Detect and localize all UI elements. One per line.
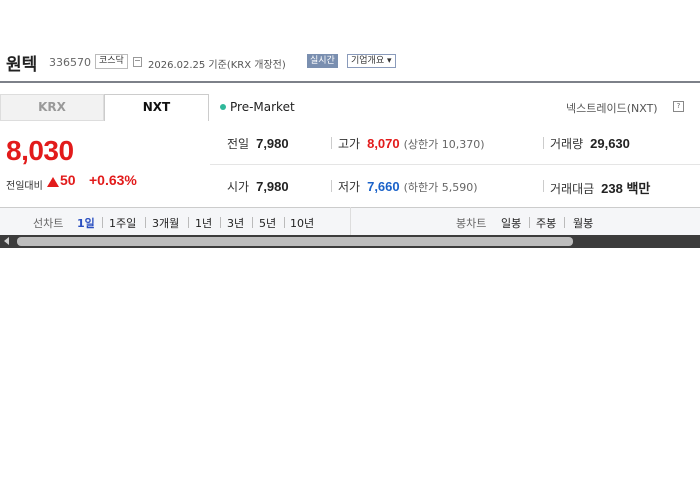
stock-name: 원텍 [6, 55, 38, 75]
prev-close: 전일 7,980 [227, 136, 289, 151]
calendar-icon [133, 57, 142, 67]
period-weekly-candle[interactable]: 주봉 [536, 215, 556, 231]
change-percent: +0.63% [89, 172, 137, 188]
trading-amount: 거래대금 238 백만 [550, 181, 651, 196]
period-1d[interactable]: 1일 [77, 215, 95, 231]
open-price: 시가 7,980 [227, 179, 289, 194]
current-price: 8,030 [6, 135, 74, 166]
help-icon[interactable]: ? [673, 101, 684, 112]
market-badge: 코스닥 [95, 54, 128, 69]
tab-krx[interactable]: KRX [0, 94, 104, 121]
scroll-left-arrow-icon[interactable] [4, 237, 9, 245]
period-monthly-candle[interactable]: 월봉 [573, 215, 593, 231]
period-1w[interactable]: 1주일 [109, 215, 136, 231]
status-dot-icon [220, 103, 226, 110]
period-daily-candle[interactable]: 일봉 [501, 215, 521, 231]
frame-top-border [0, 81, 700, 83]
period-10y[interactable]: 10년 [290, 215, 314, 231]
reference-date: 2026.02.25 기준(KRX 개장전) [148, 60, 286, 71]
day-low: 저가 7,660 (하한가 5,590) [338, 179, 478, 194]
period-3m[interactable]: 3개월 [152, 215, 179, 231]
scrollbar-thumb[interactable] [17, 237, 573, 246]
session-status: Pre-Market [220, 100, 295, 114]
period-1y[interactable]: 1년 [195, 215, 212, 231]
exchange-label: 넥스트레이드(NXT) [566, 102, 658, 115]
stock-code: 336570 [49, 56, 91, 69]
volume: 거래량 29,630 [550, 136, 630, 151]
stats-divider [210, 164, 700, 165]
change-value: 50 [60, 172, 76, 188]
candle-chart-label: 봉차트 [456, 217, 487, 230]
up-triangle-icon [47, 177, 59, 187]
stock-header: 원텍 336570 코스닥 2026.02.25 기준(KRX 개장전) 실시간… [0, 46, 700, 80]
period-5y[interactable]: 5년 [259, 215, 276, 231]
session-label: Pre-Market [230, 100, 295, 114]
change-label: 전일대비 [6, 181, 43, 192]
tab-nxt[interactable]: NXT [104, 94, 209, 121]
line-chart-label: 선차트 [33, 217, 64, 230]
day-high: 고가 8,070 (상한가 10,370) [338, 136, 485, 151]
realtime-button[interactable]: 실시간 [307, 54, 338, 68]
company-overview-button[interactable]: 기업개요 ▾ [347, 54, 396, 68]
period-3y[interactable]: 3년 [227, 215, 244, 231]
